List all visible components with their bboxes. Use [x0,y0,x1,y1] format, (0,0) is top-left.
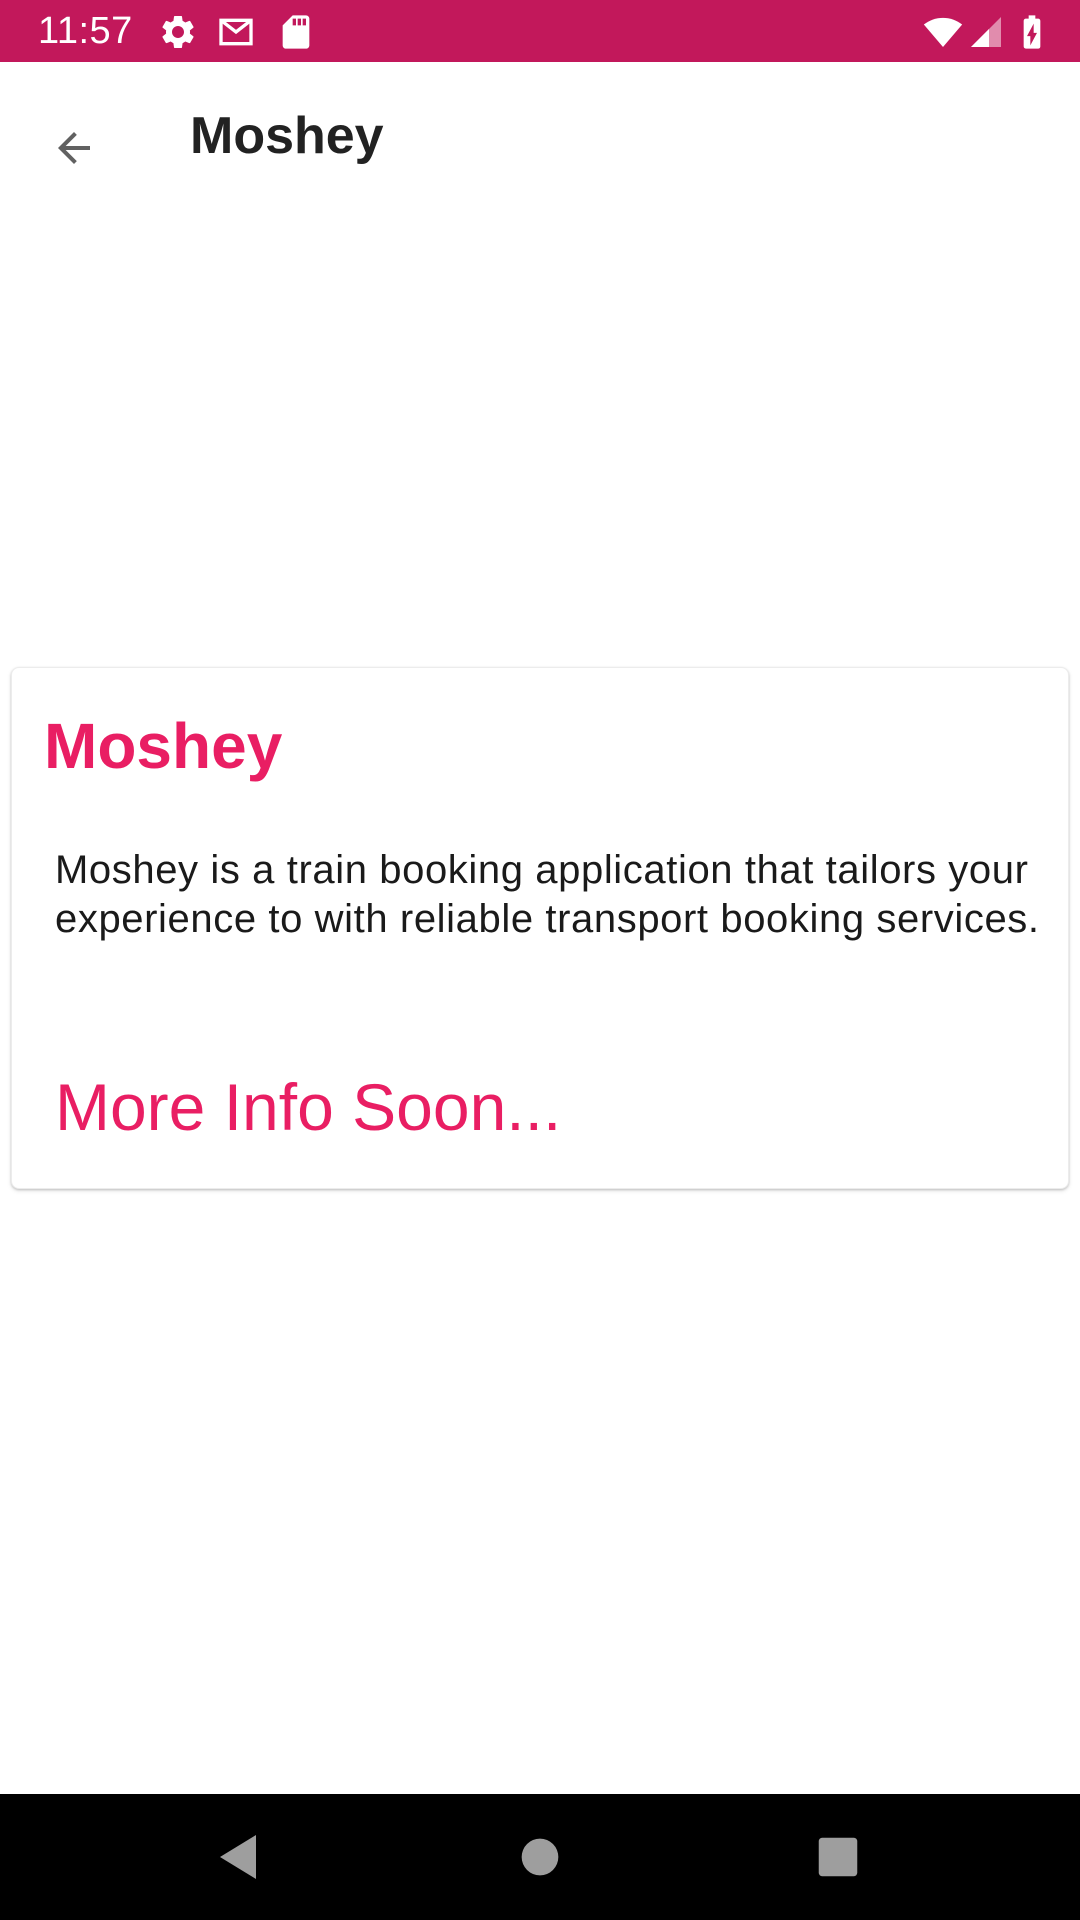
arrow-back-icon [50,124,98,172]
navigation-bar [0,1794,1080,1920]
card-description: Moshey is a train booking application th… [55,848,1040,941]
page-title: Moshey [190,107,384,165]
back-button[interactable] [30,104,118,192]
recents-square-icon [817,1836,859,1878]
home-circle-icon [520,1837,560,1877]
battery-charging-icon [1012,12,1052,52]
sd-card-icon [276,12,316,52]
app-bar [0,62,1080,210]
screen: 11:57 Moshey Moshey Moshey is a train bo… [0,0,1080,1920]
card-title: Moshey [44,710,283,782]
nav-home-button[interactable] [502,1819,578,1895]
status-time: 11:57 [38,10,133,52]
gmail-icon [214,12,258,52]
settings-icon [158,12,198,52]
back-triangle-icon [214,1831,262,1883]
nav-back-button[interactable] [200,1819,276,1895]
cellular-signal-icon [968,12,1004,52]
info-card: Moshey Moshey is a train booking applica… [11,667,1069,1189]
status-bar: 11:57 [0,0,1080,62]
nav-recents-button[interactable] [800,1819,876,1895]
more-info-text: More Info Soon... [55,1070,562,1144]
wifi-icon [920,12,966,52]
